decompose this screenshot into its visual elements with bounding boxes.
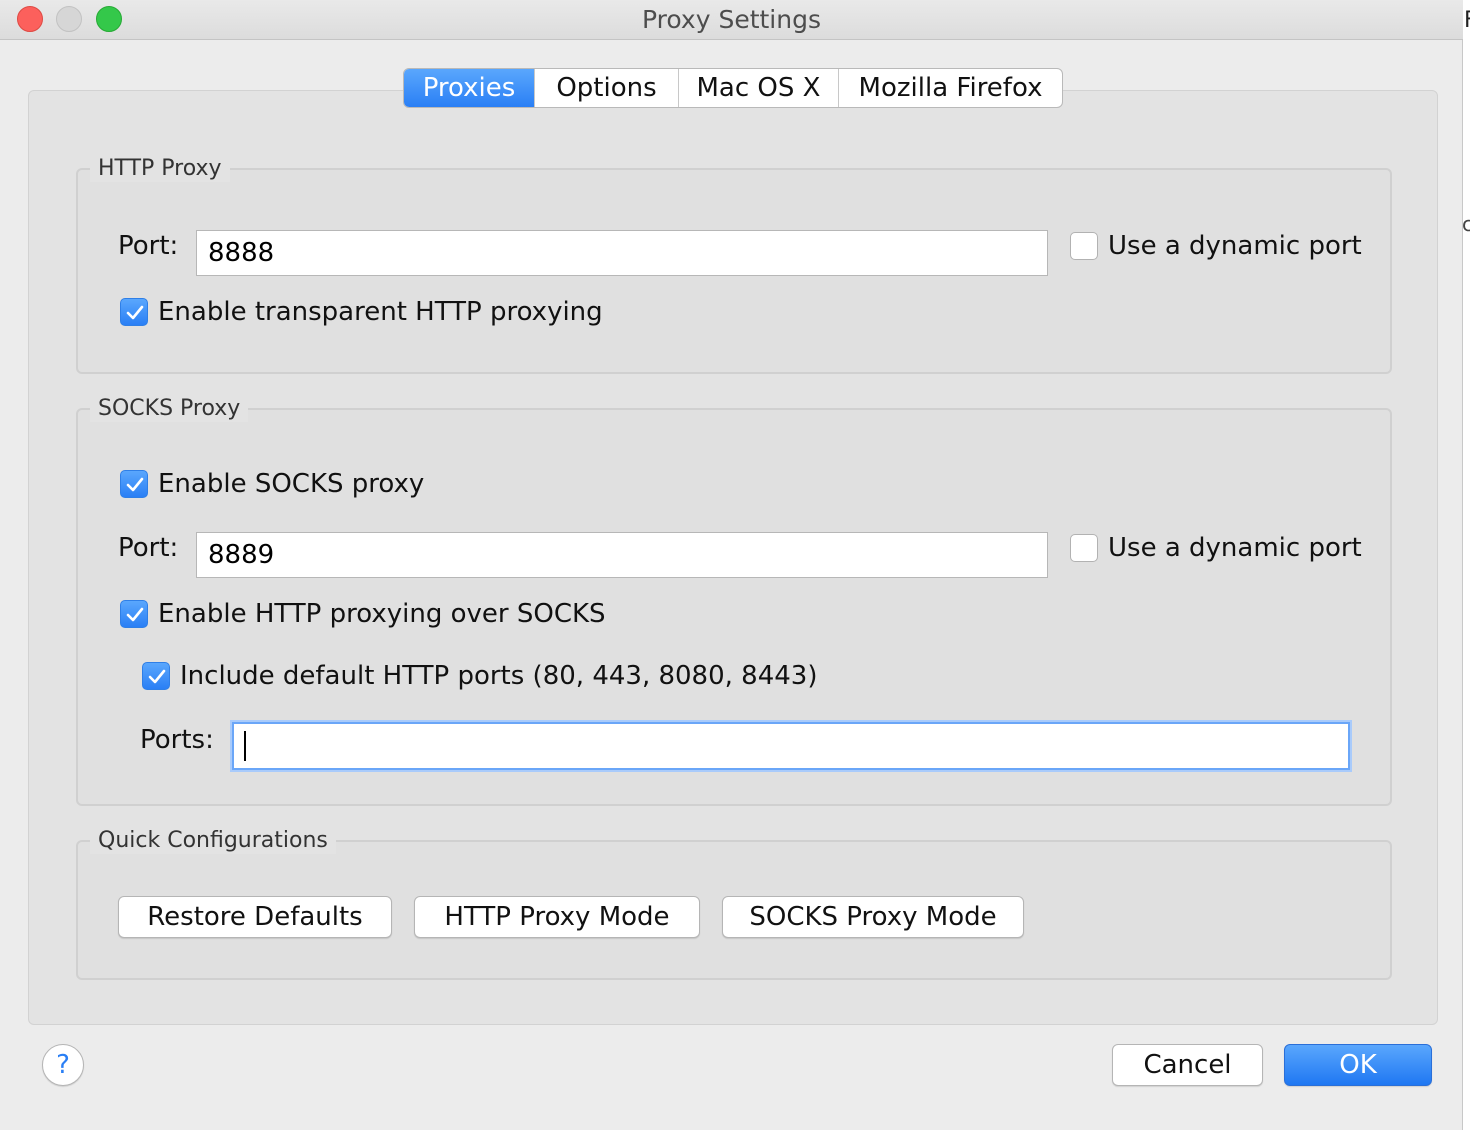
http-proxy-legend: HTTP Proxy	[90, 156, 230, 182]
http-dynamic-port-label[interactable]: Use a dynamic port	[1108, 231, 1362, 261]
transparent-http-checkbox[interactable]	[120, 298, 148, 326]
checkmark-icon	[148, 669, 166, 684]
ports-label: Ports:	[140, 725, 214, 755]
ports-input[interactable]	[232, 722, 1350, 770]
checkmark-icon	[126, 477, 144, 492]
enable-socks-label[interactable]: Enable SOCKS proxy	[158, 469, 424, 499]
background-window-edge-text-2: c	[1462, 212, 1470, 236]
http-dynamic-port-checkbox[interactable]	[1070, 232, 1098, 260]
tab-bar: Proxies Options Mac OS X Mozilla Firefox	[403, 68, 1063, 108]
tab-mac-os-x[interactable]: Mac OS X	[679, 69, 839, 107]
window-title: Proxy Settings	[642, 5, 821, 34]
checkmark-icon	[126, 607, 144, 622]
socks-dynamic-port-label[interactable]: Use a dynamic port	[1108, 533, 1362, 563]
proxy-settings-window: Proxy Settings Proxies Options Mac OS X …	[0, 0, 1463, 1130]
include-default-ports-checkbox[interactable]	[142, 662, 170, 690]
socks-proxy-legend: SOCKS Proxy	[90, 396, 249, 422]
transparent-http-label[interactable]: Enable transparent HTTP proxying	[158, 297, 603, 327]
text-caret	[244, 731, 246, 761]
http-port-label: Port:	[118, 231, 179, 261]
socks-dynamic-port-checkbox[interactable]	[1070, 534, 1098, 562]
quick-configurations-legend: Quick Configurations	[90, 828, 336, 854]
socks-port-label: Port:	[118, 533, 179, 563]
http-over-socks-label[interactable]: Enable HTTP proxying over SOCKS	[158, 599, 606, 629]
checkmark-icon	[126, 305, 144, 320]
socks-port-input[interactable]: 8889	[196, 532, 1048, 578]
include-default-ports-label[interactable]: Include default HTTP ports (80, 443, 808…	[180, 661, 817, 691]
tab-proxies[interactable]: Proxies	[404, 69, 535, 107]
socks-proxy-mode-button[interactable]: SOCKS Proxy Mode	[722, 896, 1024, 938]
cancel-button[interactable]: Cancel	[1112, 1044, 1263, 1086]
enable-socks-checkbox[interactable]	[120, 470, 148, 498]
ok-button[interactable]: OK	[1284, 1044, 1432, 1086]
http-port-input[interactable]: 8888	[196, 230, 1048, 276]
tab-mozilla-firefox[interactable]: Mozilla Firefox	[839, 69, 1062, 107]
tab-options[interactable]: Options	[535, 69, 679, 107]
title-bar[interactable]: Proxy Settings	[0, 0, 1463, 40]
restore-defaults-button[interactable]: Restore Defaults	[118, 896, 392, 938]
background-window-edge-text: F	[1464, 8, 1470, 33]
help-button[interactable]: ?	[42, 1044, 84, 1086]
http-over-socks-checkbox[interactable]	[120, 600, 148, 628]
http-proxy-mode-button[interactable]: HTTP Proxy Mode	[414, 896, 700, 938]
